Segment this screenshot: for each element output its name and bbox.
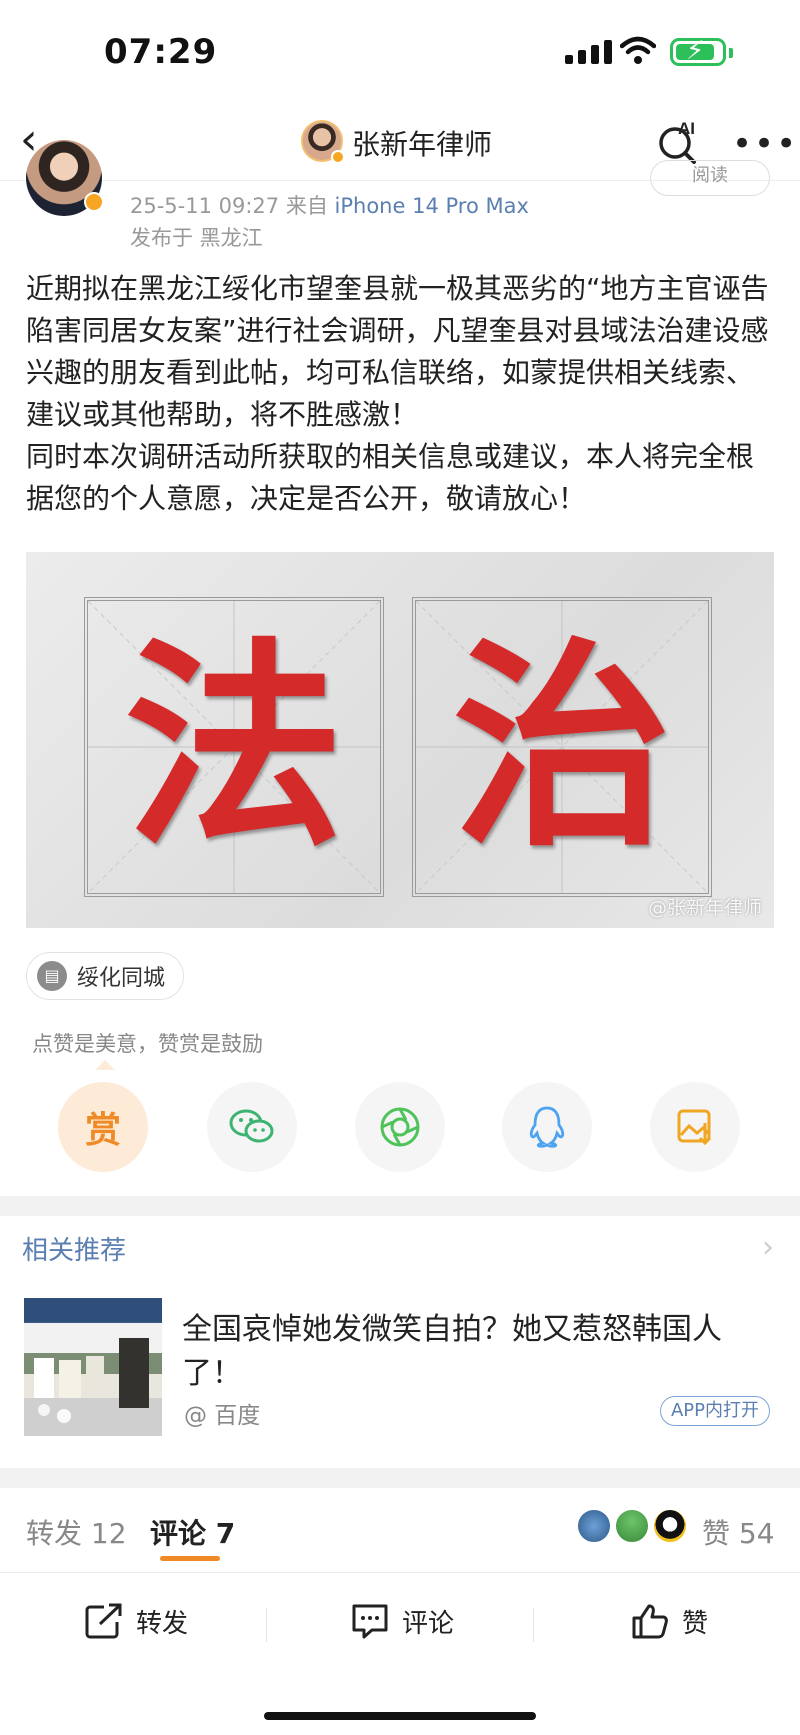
status-time: 07:29 [104, 32, 218, 72]
image-character: 法 [123, 617, 344, 876]
wechat-icon [229, 1109, 274, 1143]
action-divider [533, 1608, 534, 1642]
verified-badge-icon [84, 192, 104, 212]
tooltip-caret [95, 1060, 115, 1070]
read-count-button[interactable]: 阅读 [650, 160, 770, 196]
like-label: 赞 [682, 1608, 709, 1639]
post-time: 25-5-11 09:27 [130, 194, 280, 218]
open-in-app-button[interactable]: APP内打开 [660, 1396, 770, 1426]
liker-avatar[interactable] [614, 1508, 650, 1544]
comment-button[interactable]: 评论 [350, 1602, 454, 1640]
like-note: 点赞是美意，赞赏是鼓励 [32, 1032, 263, 1056]
bottom-action-bar [0, 1572, 800, 1735]
tab-repost[interactable]: 转发 12 [26, 1512, 127, 1552]
device-link[interactable]: iPhone 14 Pro Max [335, 194, 529, 218]
share-moments-button[interactable] [355, 1082, 445, 1172]
repost-button[interactable]: 转发 [84, 1602, 188, 1640]
related-section-title: 相关推荐 [22, 1236, 127, 1266]
image-watermark: @张新年律师 [647, 897, 762, 919]
charging-bolt-icon: ⚡ [686, 36, 705, 66]
calligraphy-box: 治 [412, 597, 712, 897]
post-content: 近期拟在黑龙江绥化市望奎县就一极其恶劣的“地方主官诬告陷害同居女友案”进行社会调… [26, 268, 780, 520]
related-source: @ 百度 [184, 1403, 261, 1429]
qq-icon [529, 1106, 565, 1148]
moments-icon [380, 1107, 420, 1147]
chevron-right-icon[interactable]: › [762, 1230, 774, 1265]
thumbnail-scene [24, 1298, 162, 1436]
wifi-icon [620, 36, 656, 64]
post-paragraph: 同时本次调研活动所获取的相关信息或建议，本人将完全根据您的个人意愿，决定是否公开… [26, 440, 755, 515]
related-headline[interactable]: 全国哀悼她发微笑自拍？她又惹怒韩国人了！ [182, 1308, 772, 1396]
thumbs-up-icon [632, 1604, 668, 1639]
save-image-button[interactable] [650, 1082, 740, 1172]
verified-badge-icon [331, 150, 345, 164]
liker-avatar[interactable] [652, 1508, 688, 1544]
section-divider [0, 1468, 800, 1488]
home-indicator[interactable] [264, 1712, 536, 1720]
action-divider [266, 1608, 267, 1642]
section-divider [0, 1196, 800, 1216]
liker-avatar[interactable] [576, 1508, 612, 1544]
reward-icon: 赏 [84, 1110, 121, 1151]
ai-search-icon[interactable]: AI [656, 118, 702, 164]
like-button[interactable]: 赞 [630, 1602, 708, 1640]
post-image[interactable]: 法 治 @张新年律师 [26, 552, 774, 928]
reward-button[interactable]: 赏 [58, 1082, 148, 1172]
post-paragraph: 近期拟在黑龙江绥化市望奎县就一极其恶劣的“地方主官诬告陷害同居女友案”进行社会调… [26, 272, 769, 431]
image-character: 治 [451, 617, 672, 876]
more-options-icon[interactable]: ••• [732, 124, 798, 164]
share-wechat-button[interactable] [207, 1082, 297, 1172]
tag-label: 绥化同城 [77, 966, 166, 991]
nav-title[interactable]: 张新年律师 [352, 123, 492, 163]
save-image-icon [677, 1109, 712, 1146]
related-thumbnail[interactable] [24, 1298, 162, 1436]
cellular-signal-icon [565, 40, 612, 64]
comment-label: 评论 [402, 1608, 455, 1639]
active-tab-indicator [160, 1556, 220, 1561]
post-meta: 25-5-11 09:27 来自 iPhone 14 Pro Max [130, 190, 529, 220]
tab-like[interactable]: 赞 54 [702, 1512, 775, 1552]
share-qq-button[interactable] [502, 1082, 592, 1172]
building-icon: ▤ [37, 961, 67, 991]
tab-comment[interactable]: 评论 7 [150, 1512, 235, 1552]
calligraphy-box: 法 [84, 597, 384, 897]
repost-label: 转发 [136, 1608, 189, 1639]
comment-icon [352, 1604, 388, 1639]
repost-icon [85, 1603, 122, 1639]
post-location: 发布于 黑龙江 [130, 226, 263, 250]
ai-label: AI [678, 119, 695, 138]
source-prefix: 来自 [285, 194, 328, 218]
location-tag[interactable]: ▤ 绥化同城 [26, 952, 185, 1000]
battery-cap [729, 48, 733, 58]
